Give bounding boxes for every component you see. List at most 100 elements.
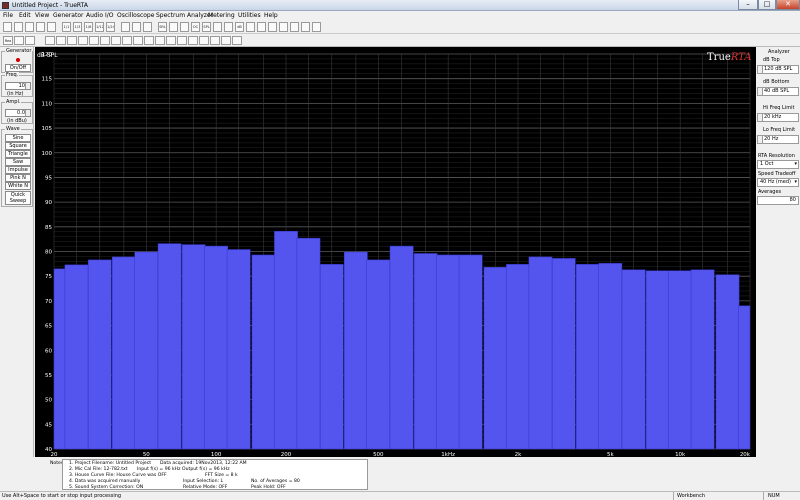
toolbar-button-27[interactable] [301, 22, 310, 32]
note-col2-line-4: Input Selection: L [183, 479, 224, 484]
toolbar-button-14[interactable]: SRL [158, 22, 167, 32]
freq-spinner[interactable]: 10 [5, 82, 31, 90]
toolbar-button-18[interactable]: SPL [202, 22, 211, 32]
toolbar-button-20[interactable] [224, 22, 233, 32]
toolbar2-button-9[interactable] [100, 36, 110, 45]
generator-group: Generator On/Off [1, 48, 33, 73]
toolbar-button-6[interactable]: 1/1 [62, 22, 71, 32]
wave-impulse-button[interactable]: Impulse [5, 166, 31, 174]
generator-onoff-button[interactable]: On/Off [5, 64, 31, 72]
ampl-spinner[interactable]: 0.0 [5, 109, 31, 117]
menu-view[interactable]: View [35, 12, 49, 19]
spectrum-bar [226, 249, 251, 450]
toolbar-button-16[interactable] [180, 22, 189, 32]
spectrum-chart[interactable]: 120 115 110 105 100 95 90 85 80 75 70 65 60 55 50 45 40 … [35, 47, 756, 458]
toolbar2-button-8[interactable] [89, 36, 99, 45]
menu-metering[interactable]: Metering [208, 12, 235, 19]
maximize-button[interactable]: □ [758, 0, 776, 10]
toolbar2-button-10[interactable] [111, 36, 121, 45]
toolbar2-button-17[interactable] [188, 36, 198, 45]
wave-triangle-button[interactable]: Triangle [5, 150, 31, 158]
rta-resolution-select[interactable]: 1 Oct [757, 160, 799, 169]
y-tick-label: 100 [42, 151, 53, 157]
toolbar-button-19[interactable] [213, 22, 222, 32]
toolbar2-button-14[interactable] [155, 36, 165, 45]
toolbar-button-2[interactable] [14, 22, 23, 32]
hi-freq-label: Hi Freq Limit [763, 105, 795, 111]
wave-sine-button[interactable]: Sine [5, 134, 31, 142]
toolbar-button-10[interactable]: 1/24 [106, 22, 115, 32]
toolbar-button-23[interactable] [257, 22, 266, 32]
toolbar-button-21[interactable]: dB [235, 22, 244, 32]
toolbar2-button-6[interactable] [67, 36, 77, 45]
ready-button[interactable]: Rea [3, 36, 13, 45]
toolbar-button-7[interactable]: 1/3 [73, 22, 82, 32]
toolbar-button-28[interactable] [312, 22, 321, 32]
toolbar-button-12[interactable] [132, 22, 141, 32]
toolbar2-button-5[interactable] [56, 36, 66, 45]
spectrum-bar [715, 274, 740, 450]
toolbar2-button-16[interactable] [177, 36, 187, 45]
wave-square-button[interactable]: Square [5, 142, 31, 150]
toolbar2-button-21[interactable] [232, 36, 242, 45]
generator-led-icon [16, 58, 20, 62]
toolbar2-button-7[interactable] [78, 36, 88, 45]
toolbar-button-25[interactable] [279, 22, 288, 32]
toolbar-button-24[interactable] [268, 22, 277, 32]
menu-bar: File Edit View Generator Audio I/O Oscil… [0, 11, 800, 20]
hi-freq-spinner[interactable]: 20 kHz [757, 113, 799, 122]
close-button[interactable]: ✕ [776, 0, 800, 10]
toolbar2-button-12[interactable] [133, 36, 143, 45]
toolbar-button-4[interactable] [36, 22, 45, 32]
toolbar-button-9[interactable]: 1/12 [95, 22, 104, 32]
menu-utilities[interactable]: Utilities [238, 12, 261, 19]
spectrum-bar [157, 243, 182, 450]
toolbar-button-17[interactable]: OC [191, 22, 200, 32]
toolbar2-button-15[interactable] [166, 36, 176, 45]
toolbar-button-8[interactable]: 1/6 [84, 22, 93, 32]
minimize-button[interactable]: – [738, 0, 758, 10]
menu-audio-io[interactable]: Audio I/O [86, 12, 113, 19]
toolbar-button-22[interactable] [246, 22, 255, 32]
freq-unit: (in Hz) [7, 91, 24, 97]
toolbar-button-11[interactable] [121, 22, 130, 32]
spectrum-bar [690, 269, 715, 450]
menu-file[interactable]: File [3, 12, 13, 19]
spectrum-bar [668, 270, 693, 450]
status-hint: Use Alt+Space to start or stop input pro… [2, 493, 122, 499]
note-line-2: 2. Mic Cal File: 12-782.txt [69, 467, 128, 472]
spectrum-bar [458, 254, 483, 450]
toolbar2-button-11[interactable] [122, 36, 132, 45]
wave-group: Wave Sine Square Triangle Saw Impulse Pi… [1, 126, 33, 207]
notes-box[interactable]: 1. Project Filename: Untitled Project 2.… [62, 459, 368, 490]
toolbar-button-15[interactable] [169, 22, 178, 32]
freq-label: Freq. [5, 72, 20, 78]
toolbar-button-26[interactable] [290, 22, 299, 32]
menu-edit[interactable]: Edit [19, 12, 31, 19]
toolbar2-button-4[interactable] [45, 36, 55, 45]
toolbar-button-13[interactable] [143, 22, 152, 32]
toolbar-button-5[interactable] [47, 22, 56, 32]
menu-help[interactable]: Help [264, 12, 278, 19]
toolbar2-button-3[interactable] [25, 36, 35, 45]
lo-freq-spinner[interactable]: 20 Hz [757, 135, 799, 144]
menu-generator[interactable]: Generator [53, 12, 83, 19]
speed-tradeoff-select[interactable]: 40 Hz (med) [757, 178, 799, 187]
menu-spectrum-analyzer[interactable]: Spectrum Analyzer [156, 12, 213, 19]
toolbar2-button-20[interactable] [221, 36, 231, 45]
toolbar-button-3[interactable] [25, 22, 34, 32]
db-top-spinner[interactable]: 120 dB SPL [757, 65, 799, 74]
note-line-5: 5. Sound System Correction: ON [69, 485, 144, 490]
toolbar2-button-13[interactable] [144, 36, 154, 45]
toolbar-button-1[interactable] [3, 22, 12, 32]
toolbar2-button-2[interactable] [14, 36, 24, 45]
db-bottom-spinner[interactable]: 40 dB SPL [757, 87, 799, 96]
wave-saw-button[interactable]: Saw [5, 158, 31, 166]
wave-pink-noise-button[interactable]: Pink N [5, 174, 31, 182]
toolbar2-button-19[interactable] [210, 36, 220, 45]
averages-field[interactable]: 80 [757, 196, 799, 205]
toolbar2-button-18[interactable] [199, 36, 209, 45]
quick-sweep-button[interactable]: Quick Sweep [5, 191, 31, 205]
menu-oscilloscope[interactable]: Oscilloscope [117, 12, 154, 19]
wave-white-noise-button[interactable]: White N [5, 182, 31, 190]
